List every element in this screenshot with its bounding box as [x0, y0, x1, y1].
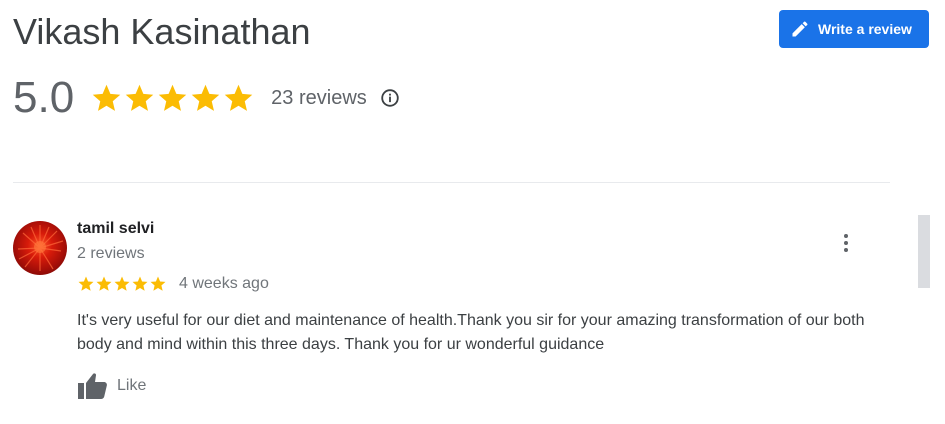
more-options-icon[interactable]: [834, 230, 858, 256]
average-stars: [90, 82, 255, 115]
write-review-button[interactable]: Write a review: [779, 10, 929, 48]
review-rating: 4 weeks ago: [77, 275, 269, 293]
star-icon: [92, 84, 121, 111]
star-icon: [158, 84, 187, 111]
reviews-count: 23 reviews: [271, 86, 367, 109]
star-icon: [191, 84, 220, 111]
avatar[interactable]: [13, 221, 67, 275]
star-icon: [150, 276, 166, 291]
star-icon: [125, 84, 154, 111]
star-icon: [78, 276, 94, 291]
star-icon: [96, 276, 112, 291]
divider: [13, 182, 890, 183]
write-review-label: Write a review: [818, 21, 912, 37]
star-icon: [114, 276, 130, 291]
place-title: Vikash Kasinathan: [13, 11, 311, 52]
reviewer-name[interactable]: tamil selvi: [77, 220, 154, 238]
pencil-icon: [790, 19, 810, 39]
star-icon: [224, 84, 253, 111]
thumb-up-icon: [77, 371, 109, 401]
rating-summary: 5.0 23 reviews: [13, 72, 401, 124]
review-text: It's very useful for our diet and mainte…: [77, 312, 865, 353]
info-icon[interactable]: [379, 87, 401, 109]
average-rating: 5.0: [13, 73, 75, 122]
reviews-page: Vikash Kasinathan Write a review 5.0 23 …: [0, 0, 945, 424]
scrollbar-thumb[interactable]: [918, 215, 930, 288]
review-time: 4 weeks ago: [179, 275, 269, 292]
like-label: Like: [117, 377, 147, 394]
reviewer-review-count: 2 reviews: [77, 245, 145, 262]
like-button[interactable]: Like: [77, 371, 146, 401]
review-stars: [77, 275, 167, 293]
star-icon: [132, 276, 148, 291]
